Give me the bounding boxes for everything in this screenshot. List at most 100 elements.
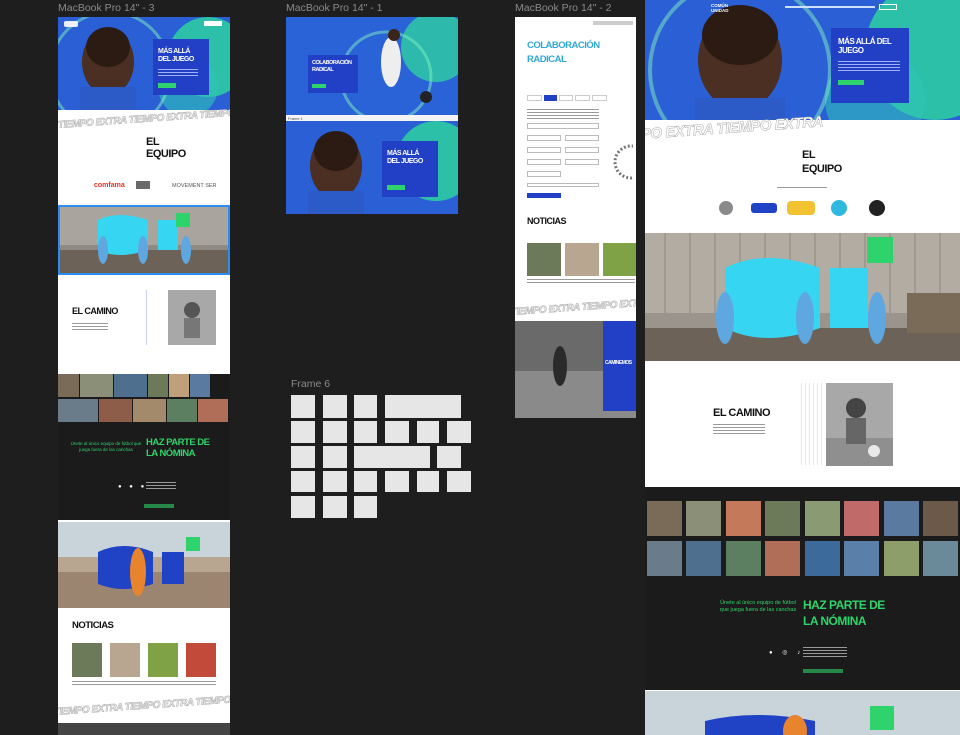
second-hero-title-1: MÁS ALLÁ	[387, 150, 419, 157]
camino-photo	[168, 290, 216, 345]
form-field-email[interactable]	[527, 135, 561, 141]
sponsor-logo-3	[787, 201, 815, 215]
preview-nomina-section: Únete al único equipo de fútbol que jueg…	[645, 487, 960, 690]
tile[interactable]	[291, 446, 315, 468]
tile[interactable]	[323, 395, 347, 418]
sponsor-logo-2	[751, 203, 777, 213]
preview-nav-links[interactable]	[785, 6, 875, 8]
tile[interactable]	[291, 395, 315, 418]
preview-team-body	[777, 187, 827, 189]
preview-nav-button[interactable]	[879, 4, 897, 10]
news-photo-c[interactable]	[603, 243, 636, 276]
news-photo-b[interactable]	[565, 243, 599, 276]
tile[interactable]	[291, 421, 315, 443]
tile[interactable]	[323, 471, 347, 492]
tile[interactable]	[354, 446, 430, 468]
preview-camino-body	[713, 424, 765, 436]
preview-hero-cta[interactable]	[838, 80, 864, 85]
form-tabs[interactable]	[527, 95, 607, 101]
card-cta[interactable]	[312, 84, 326, 88]
form-field-city[interactable]	[527, 147, 561, 153]
preview-photo-grid	[647, 501, 958, 577]
news-photo-2[interactable]	[110, 643, 140, 677]
tile[interactable]	[417, 471, 439, 492]
form-field-phone[interactable]	[565, 135, 599, 141]
tile[interactable]	[323, 446, 347, 468]
news-photo-3[interactable]	[148, 643, 178, 677]
tile[interactable]	[291, 496, 315, 518]
preview-bottom-hero	[645, 691, 960, 735]
form-checkbox[interactable]	[527, 183, 599, 187]
form-field-role[interactable]	[527, 159, 561, 165]
preview-brand[interactable]: COMÚN UNIDAD	[711, 3, 739, 13]
second-hero-cta[interactable]	[387, 185, 405, 190]
form-field-amount[interactable]	[565, 159, 599, 165]
second-hero	[58, 522, 230, 608]
tile[interactable]	[385, 471, 409, 492]
frame-label-macbook-2[interactable]: MacBook Pro 14" - 2	[515, 2, 612, 14]
nomina-title-line1: HAZ PARTE DE	[146, 437, 210, 448]
hero-cta-button[interactable]	[158, 83, 176, 88]
preview-camino-title: EL CAMINO	[713, 407, 771, 419]
frame-macbook-1[interactable]: COLABORACIÓN RADICAL Frame 1 MÁS ALLÁ DE…	[286, 17, 458, 214]
second-hero-preview: MÁS ALLÁ DEL JUEGO	[286, 121, 458, 214]
frame-macbook-2[interactable]: COLABORACIÓN RADICAL NOTICIAS TIEMPO EXT…	[515, 17, 636, 418]
sponsor-logo	[136, 181, 150, 189]
form-field-type[interactable]	[527, 171, 561, 177]
nav-button[interactable]	[204, 21, 222, 26]
tile[interactable]	[354, 421, 377, 443]
frame-label-macbook-3[interactable]: MacBook Pro 14" - 3	[58, 2, 155, 14]
photo-grid	[58, 374, 230, 422]
frame-6[interactable]	[291, 395, 471, 520]
sponsor-movement: MOVEMENT SER	[172, 183, 217, 189]
tile[interactable]	[323, 421, 347, 443]
hero-card: MÁS ALLÁ DEL JUEGO	[153, 39, 209, 95]
tile[interactable]	[417, 421, 439, 443]
form-submit-button[interactable]	[527, 193, 561, 198]
tile[interactable]	[354, 471, 377, 492]
frame-macbook-3[interactable]: MÁS ALLÁ DEL JUEGO TIEMPO EXTRA TIEMPO E…	[58, 17, 230, 735]
nomina-section: Únete al único equipo de fútbol que jueg…	[58, 374, 230, 520]
noticias-title-2: NOTICIAS	[527, 216, 567, 226]
news-photo-4[interactable]	[186, 643, 216, 677]
form-field-org[interactable]	[565, 147, 599, 153]
preview-social-icons[interactable]: ● ◎ ♪	[769, 649, 804, 656]
panel-divider	[636, 0, 644, 735]
design-canvas[interactable]: MacBook Pro 14" - 3 MacBook Pro 14" - 1 …	[0, 0, 960, 735]
tile[interactable]	[447, 421, 471, 443]
bottom-photo	[58, 723, 230, 735]
second-hero-title-2: DEL JUEGO	[387, 158, 423, 165]
social-icons[interactable]: ● ● ●	[118, 484, 147, 490]
team-title-line1: EL	[146, 136, 160, 148]
bw-soccer-photo: CAMINEMOS	[515, 321, 636, 418]
tile[interactable]	[447, 471, 471, 492]
preview-camino-vertical	[801, 383, 823, 465]
hero-section: MÁS ALLÁ DEL JUEGO	[58, 17, 230, 110]
contact-text	[146, 482, 176, 490]
form-field-name[interactable]	[527, 123, 599, 129]
brand-logo[interactable]	[64, 21, 78, 27]
news-photo-a[interactable]	[527, 243, 561, 276]
preview-nomina-title-1: HAZ PARTE DE	[803, 598, 885, 612]
tile[interactable]	[385, 421, 409, 443]
running-kids-section[interactable]	[58, 205, 230, 275]
tile[interactable]	[291, 471, 315, 492]
tile[interactable]	[385, 395, 461, 418]
preview-team-title-2: EQUIPO	[802, 163, 842, 175]
preview-running-kids	[645, 233, 960, 361]
selection-outline	[58, 205, 230, 275]
camino-vertical-text	[146, 290, 164, 345]
footer-link[interactable]	[144, 504, 174, 508]
colaboracion-card: COLABORACIÓN RADICAL	[308, 55, 358, 93]
tile[interactable]	[354, 496, 377, 518]
frame-label-macbook-1[interactable]: MacBook Pro 14" - 1	[286, 2, 383, 14]
tile[interactable]	[323, 496, 347, 518]
frame-label-frame-6[interactable]: Frame 6	[291, 378, 330, 390]
nav-links[interactable]	[593, 21, 633, 25]
tile[interactable]	[354, 395, 377, 418]
tile[interactable]	[437, 446, 461, 468]
news-photo-1[interactable]	[72, 643, 102, 677]
camino-body-text	[72, 323, 108, 331]
preview-footer-link[interactable]	[803, 669, 843, 673]
preview-panel[interactable]: COMÚN UNIDAD MÁS ALLÁ DEL JUEGO PO EXTRA…	[645, 0, 960, 735]
